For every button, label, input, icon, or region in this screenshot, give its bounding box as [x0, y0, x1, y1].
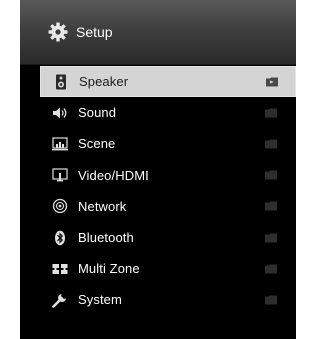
- menu-item-video-hdmi[interactable]: Video/HDMI: [40, 160, 296, 191]
- video-hdmi-icon: [52, 168, 68, 182]
- setup-header: Setup: [20, 0, 296, 65]
- bluetooth-icon: [55, 230, 65, 245]
- folder-icon: [265, 108, 277, 118]
- menu-item-scene[interactable]: Scene: [40, 128, 296, 159]
- menu-item-bluetooth[interactable]: Bluetooth: [40, 222, 296, 253]
- folder-icon: [265, 295, 277, 305]
- menu-item-speaker[interactable]: Speaker: [40, 66, 296, 98]
- menu-item-label: Sound: [78, 105, 117, 121]
- menu-item-label: Network: [78, 198, 127, 214]
- folder-icon: [265, 170, 277, 180]
- menu-item-system[interactable]: System: [40, 284, 296, 315]
- menu-item-label: Video/HDMI: [78, 167, 149, 183]
- menu-item-label: Bluetooth: [78, 230, 134, 246]
- system-wrench-icon: [52, 293, 66, 308]
- folder-icon: [265, 201, 277, 211]
- menu-item-multi-zone[interactable]: Multi Zone: [40, 253, 296, 284]
- menu-item-label: Speaker: [79, 74, 129, 90]
- setup-menu-panel: Setup Speaker Sound Scene Video/HDMI Net…: [20, 0, 296, 339]
- scene-icon: [52, 137, 68, 151]
- speaker-icon: [56, 74, 66, 90]
- gear-icon: [48, 22, 68, 42]
- folder-icon: [265, 264, 277, 274]
- menu-item-label: Scene: [78, 136, 116, 152]
- menu-item-label: System: [78, 292, 122, 308]
- menu-item-network[interactable]: Network: [40, 191, 296, 222]
- folder-icon: [265, 139, 277, 149]
- setup-title: Setup: [76, 24, 113, 40]
- folder-icon: [265, 233, 277, 243]
- menu-item-label: Multi Zone: [78, 261, 140, 277]
- network-icon: [52, 199, 68, 214]
- multi-zone-icon: [52, 263, 68, 274]
- menu-item-sound[interactable]: Sound: [40, 97, 296, 128]
- folder-icon: [266, 77, 278, 87]
- sound-icon: [53, 107, 67, 119]
- setup-menu-list: Speaker Sound Scene Video/HDMI Network B…: [40, 66, 296, 316]
